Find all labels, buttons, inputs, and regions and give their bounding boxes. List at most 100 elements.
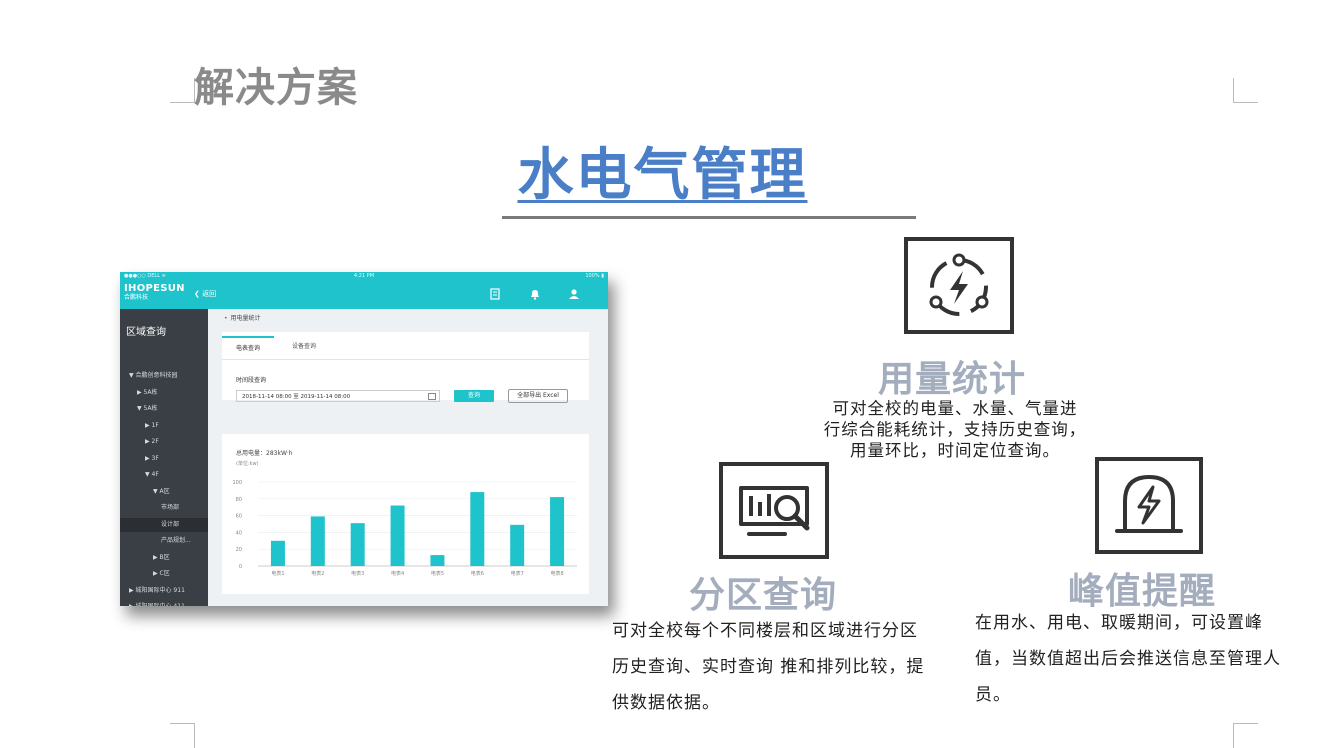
- total-usage-value: 283kW·h: [266, 450, 293, 457]
- x-tick-label: 电表5: [431, 570, 444, 577]
- export-excel-button[interactable]: 全部导出 Excel: [508, 389, 568, 403]
- chart-search-icon: [739, 486, 810, 536]
- tab-meter-query[interactable]: 电表查询: [222, 336, 275, 360]
- bell-icon[interactable]: [528, 287, 542, 301]
- tree-item[interactable]: ▼ 5A栋: [120, 402, 208, 416]
- chevron-left-icon: ❮: [194, 290, 203, 298]
- total-usage-label: 总用电量：: [236, 450, 267, 457]
- filter-label: 时间段查询: [236, 377, 267, 384]
- breadcrumb: • 用电量统计: [224, 313, 261, 322]
- peak-desc-line: 值，当数值超出后会推送信息至管理人: [975, 649, 1281, 669]
- tree-item[interactable]: ▶ 5A栋: [120, 386, 208, 400]
- tree-item[interactable]: ▶ C区: [120, 567, 208, 581]
- query-button[interactable]: 查询: [454, 390, 494, 402]
- back-button[interactable]: ❮ 返回: [194, 289, 216, 299]
- main-content: • 用电量统计 电表查询 设备查询 时间段查询 2018-11-14 08:00 …: [208, 309, 608, 606]
- usage-stats-title: 用量统计: [878, 359, 1027, 400]
- zone-desc-line: 可对全校每个不同楼层和区域进行分区: [612, 621, 918, 641]
- status-battery: 100% ▮: [585, 273, 604, 279]
- peak-alert-description: 在用水、用电、取暖期间，可设置峰 值，当数值超出后会推送信息至管理人 员。: [975, 605, 1315, 713]
- tree-item[interactable]: ▼ A区: [120, 485, 208, 499]
- usage-bar-chart: 0 20 40 60 80 100 电表1 电表2 电表3 电表4 电表5 电表6 电表7 电表8: [232, 480, 577, 577]
- sidebar: 区域查询 ▼ 合鹏创意科技园 ▶ 5A栋 ▼ 5A栋 ▶ 1F ▶ 2F ▶ 3F ▼ 4F…: [120, 309, 208, 606]
- status-time: 4:21 PM: [353, 273, 375, 279]
- tree-item[interactable]: ▶ 2F: [120, 435, 208, 449]
- x-tick-label: 电表7: [511, 570, 524, 577]
- y-tick-label: 100: [232, 480, 242, 486]
- zone-query-description: 可对全校每个不同楼层和区域进行分区 历史查询、实时查询 推和排列比较，提 供数据…: [612, 613, 962, 721]
- brand-logo: IHOPESUN 合鹏科技: [124, 284, 185, 301]
- usage-stats-icon-box: [904, 237, 1014, 334]
- peak-desc-line: 在用水、用电、取暖期间，可设置峰: [975, 613, 1263, 633]
- bar[interactable]: [510, 524, 525, 566]
- usage-stats-description: 可对全校的电量、水量、气量进 行综合能耗统计，支持历史查询， 用量环比，时间定位…: [805, 398, 1105, 461]
- usage-desc-line: 可对全校的电量、水量、气量进: [832, 399, 1078, 418]
- tree-item[interactable]: 市场部: [120, 501, 208, 515]
- tree-item[interactable]: 设计部: [120, 517, 208, 532]
- y-tick-label: 40: [236, 530, 242, 536]
- bar[interactable]: [310, 516, 325, 566]
- usage-desc-line: 行综合能耗统计，支持历史查询，: [823, 420, 1087, 439]
- main-title: 水电气管理: [0, 130, 1325, 211]
- bar[interactable]: [470, 492, 485, 566]
- bar[interactable]: [350, 523, 365, 566]
- zone-query-title: 分区查询: [689, 575, 838, 616]
- peak-alert-icon-box: [1095, 457, 1203, 554]
- crop-mark-top-left: [170, 78, 195, 103]
- tree-item[interactable]: ▼ 4F: [120, 468, 208, 482]
- bar[interactable]: [550, 497, 565, 566]
- crop-mark-top-right: [1233, 78, 1258, 103]
- bar[interactable]: [430, 555, 445, 566]
- x-tick-label: 电表3: [351, 570, 364, 577]
- tree-item[interactable]: ▼ 合鹏创意科技园: [120, 369, 208, 383]
- crop-mark-bottom-right: [1233, 723, 1258, 748]
- y-tick-label: 80: [236, 497, 242, 503]
- alarm-lightning-icon: [1115, 474, 1183, 533]
- y-tick-label: 0: [239, 564, 242, 570]
- unit-label: (单位:kw): [236, 461, 259, 467]
- app-screenshot: ●●●○○ DELL ≋ 4:21 PM 100% ▮ IHOPESUN 合鹏科…: [120, 272, 608, 606]
- calendar-icon[interactable]: [428, 393, 436, 400]
- y-tick-label: 60: [236, 514, 242, 520]
- sidebar-title: 区域查询: [126, 327, 166, 338]
- back-label: 返回: [202, 290, 217, 298]
- tree-item[interactable]: ▶ B区: [120, 551, 208, 565]
- x-tick-label: 电表2: [311, 570, 324, 577]
- brand-subtitle: 合鹏科技: [124, 294, 149, 301]
- lightning-cycle-icon: [929, 253, 989, 316]
- tree-item[interactable]: ▶ 城阳国际中心 911: [120, 584, 208, 598]
- query-panel: 电表查询 设备查询 时间段查询 2018-11-14 08:00 至 2019-…: [222, 332, 589, 403]
- x-tick-label: 电表1: [271, 570, 284, 577]
- zone-desc-line: 历史查询、实时查询 推和排列比较，提: [612, 657, 925, 677]
- tree-item[interactable]: 产品规划...: [120, 534, 208, 548]
- date-range-input[interactable]: 2018-11-14 08:00 至 2019-11-14 08:00: [236, 390, 440, 402]
- x-tick-label: 电表8: [550, 570, 563, 577]
- x-tick-label: 电表6: [471, 570, 484, 577]
- tab-divider: [222, 359, 589, 360]
- app-header: IHOPESUN 合鹏科技 ❮ 返回: [120, 281, 608, 309]
- tree-item[interactable]: ▶ 1F: [120, 419, 208, 433]
- brand-name: IHOPESUN: [124, 283, 185, 294]
- title-rule: [502, 216, 916, 219]
- crop-mark-bottom-left: [170, 723, 195, 748]
- tab-device-query[interactable]: 设备查询: [278, 336, 330, 358]
- zone-desc-line: 供数据依据。: [612, 693, 720, 713]
- x-tick-label: 电表4: [391, 570, 404, 577]
- bar[interactable]: [390, 505, 405, 566]
- tree-item[interactable]: ▶ 3F: [120, 452, 208, 466]
- user-icon[interactable]: [567, 287, 581, 301]
- zone-query-icon-box: [719, 462, 829, 559]
- chart-panel: 总用电量：283kW·h (单位:kw) 0 20 40 60 80 100 电表1 电表2 电…: [222, 434, 589, 594]
- tree-item[interactable]: ▶ 城阳国际中心 411: [120, 600, 208, 606]
- status-bar: ●●●○○ DELL ≋ 4:21 PM 100% ▮: [120, 272, 608, 281]
- total-usage: 总用电量：283kW·h: [236, 448, 293, 457]
- usage-desc-line: 用量环比，时间定位查询。: [850, 441, 1060, 460]
- y-tick-label: 20: [236, 547, 242, 553]
- peak-desc-line: 员。: [975, 685, 1011, 705]
- section-title: 解决方案: [194, 65, 358, 111]
- document-icon[interactable]: [488, 287, 502, 301]
- date-range-value: 2018-11-14 08:00 至 2019-11-14 08:00: [242, 394, 351, 400]
- breadcrumb-label: 用电量统计: [230, 315, 261, 322]
- main-title-text: 水电气管理: [517, 143, 808, 208]
- bar[interactable]: [270, 540, 285, 566]
